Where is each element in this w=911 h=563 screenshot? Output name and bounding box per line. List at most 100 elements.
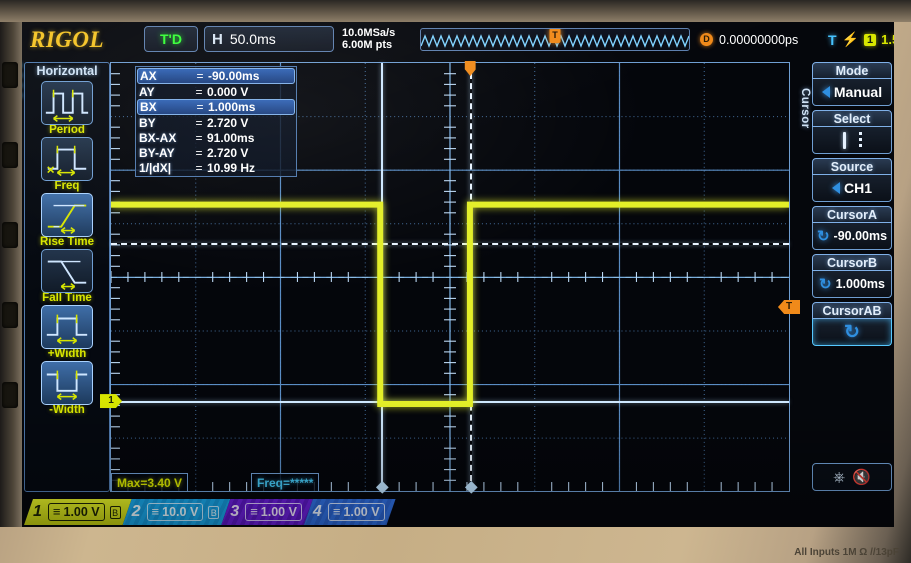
menu-value-cursor-a[interactable]: ↻ -90.00ms: [812, 223, 892, 250]
neg-width-icon: [41, 361, 93, 405]
cursor-key: BX: [140, 100, 157, 114]
period-icon: [41, 81, 93, 125]
memory-depth-value: 6.00M pts: [342, 39, 393, 51]
menu-value-source[interactable]: CH1: [812, 175, 892, 202]
cursor-eq: =: [196, 69, 204, 83]
trigger-icon: T: [828, 31, 837, 48]
cursor-pair-icon: [842, 131, 862, 149]
menu-item-cursor-a[interactable]: CursorA ↻ -90.00ms: [812, 206, 892, 250]
knob-rotate-icon: ↻: [816, 228, 830, 245]
cursor-key: BY: [139, 115, 156, 130]
dc-coupling-icon: ≡: [332, 504, 341, 519]
cursor-value: 10.99 Hz: [207, 160, 256, 175]
channel-1-bandwidth-badge: B: [110, 506, 121, 519]
horizontal-label: H: [212, 30, 223, 48]
rise-time-icon: [41, 193, 93, 237]
trigger-level-value: 1.54V: [881, 32, 894, 47]
channel-2-number: 2: [131, 503, 141, 520]
frequency-icon: [41, 137, 93, 181]
measurement-freq[interactable]: Freq=*****: [251, 473, 320, 492]
menu-item-source[interactable]: Source CH1: [812, 158, 892, 202]
menu-title-source: Source: [812, 158, 892, 175]
pos-width-icon: [41, 305, 93, 349]
horizontal-scale-value: 50.0ms: [229, 31, 276, 47]
dc-coupling-icon: ≡: [52, 504, 61, 519]
waveform-graticule[interactable]: 1 T AX = -90.00ms AY = 0.000 V BX = 1.00…: [100, 61, 800, 494]
menu-item-cursor-ab[interactable]: CursorAB ↻: [812, 302, 892, 346]
cursor-eq: =: [195, 145, 203, 160]
cursor-value: -90.00ms: [208, 69, 260, 83]
cursor-b-value-text: 1.000ms: [835, 277, 885, 291]
cursor-key: AX: [140, 69, 157, 83]
channel-2-badge[interactable]: 2 ≡ 10.0 V B: [123, 499, 231, 525]
cursor-row-ay: AY = 0.000 V: [137, 84, 295, 99]
bezel-bottom-edge: [0, 527, 911, 563]
dc-coupling-icon: ≡: [250, 504, 258, 519]
cursor-row-byay: BY-AY = 2.720 V: [137, 145, 295, 160]
menu-title-select: Select: [812, 110, 892, 127]
source-value-text: CH1: [843, 180, 872, 196]
trigger-status-text: T'D: [160, 31, 182, 47]
measurement-max[interactable]: Max=3.40 V: [111, 473, 189, 492]
menu-item-cursor-b[interactable]: CursorB ↻ 1.000ms: [812, 254, 892, 298]
cursor-row-bxax: BX-AX = 91.00ms: [137, 130, 295, 145]
cursor-row-bx: BX = 1.000ms: [137, 99, 295, 115]
menu-item-select[interactable]: Select: [812, 110, 892, 154]
menu-title-cursor-b: CursorB: [812, 254, 892, 271]
menu-value-cursor-ab[interactable]: ↻: [812, 319, 892, 346]
channel-1-settings[interactable]: ≡ 1.00 V: [48, 503, 105, 521]
delay-readout[interactable]: D 0.00000000ps: [700, 28, 824, 51]
cursor-row-invdx: 1/|dX| = 10.99 Hz: [137, 160, 295, 175]
trigger-status-badge[interactable]: T'D: [144, 26, 198, 52]
cursor-eq: =: [196, 100, 204, 114]
instrument-bezel: All Inputs 1M Ω //13pF RIGOL T'D H 50.0m…: [0, 0, 911, 563]
bezel-input-spec-text: All Inputs 1M Ω //13pF: [794, 547, 899, 558]
cursor-eq: =: [195, 84, 203, 99]
cursor-eq: =: [195, 160, 203, 175]
cursor-menu-vertical-label: Cursor: [799, 88, 811, 129]
dc-coupling-icon: ≡: [151, 504, 160, 519]
measure-item-freq[interactable]: Freq: [25, 137, 109, 192]
usb-icon: ⎈: [833, 468, 846, 486]
channel-3-scale: 1.00 V: [260, 505, 297, 519]
menu-item-mode[interactable]: Mode Manual: [812, 62, 892, 106]
cursor-row-ax: AX = -90.00ms: [137, 68, 295, 84]
measure-item-neg-width[interactable]: -Width: [25, 361, 109, 416]
channel-3-badge[interactable]: 3 ≡ 1.00 V: [221, 499, 313, 525]
chevron-left-icon: [821, 86, 830, 98]
channel-bar: 1 ≡ 1.00 V B 2 ≡ 10.0 V B 3 ≡ 1.00 V 4 ≡…: [24, 499, 387, 525]
menu-value-mode[interactable]: Manual: [812, 79, 892, 106]
channel-2-scale: 10.0 V: [162, 505, 199, 519]
measure-item-pos-width[interactable]: +Width: [25, 305, 109, 360]
menu-value-cursor-b[interactable]: ↻ 1.000ms: [812, 271, 892, 298]
measure-item-fall-time[interactable]: Fall Time: [25, 249, 109, 304]
menu-value-select[interactable]: [812, 127, 892, 154]
channel-1-number: 1: [33, 503, 42, 520]
knob-rotate-icon: ↻: [844, 321, 860, 343]
bezel-left-rail: [0, 22, 22, 527]
channel-4-badge[interactable]: 4 ≡ 1.00 V: [304, 499, 396, 525]
sound-muted-icon: 🔇: [852, 469, 871, 486]
memory-trigger-marker[interactable]: T: [549, 29, 561, 43]
measure-item-period[interactable]: Period: [25, 81, 109, 136]
channel-3-settings[interactable]: ≡ 1.00 V: [245, 503, 302, 521]
channel-4-settings[interactable]: ≡ 1.00 V: [328, 503, 385, 521]
trigger-source-badge: 1: [864, 33, 877, 46]
memory-overview-bar[interactable]: T: [420, 28, 690, 51]
rising-edge-icon: ⚡: [841, 31, 859, 47]
horizontal-scale-box[interactable]: H 50.0ms: [204, 26, 334, 52]
measure-item-rise-time[interactable]: Rise Time: [25, 193, 109, 248]
trigger-info-group[interactable]: T ⚡ 1 1.54V: [828, 28, 894, 51]
top-status-bar: RIGOL T'D H 50.0ms 10.0MSa/s 6.00M pts T…: [22, 22, 894, 60]
knob-rotate-icon: ↻: [819, 276, 832, 293]
channel-2-settings[interactable]: ≡ 10.0 V: [147, 503, 204, 521]
cursor-eq: =: [195, 130, 203, 145]
cursor-a-value-text: -90.00ms: [833, 229, 888, 243]
channel-4-number: 4: [312, 503, 322, 520]
menu-title-mode: Mode: [812, 62, 892, 79]
channel-1-badge[interactable]: 1 ≡ 1.00 V B: [24, 499, 132, 525]
chevron-left-icon: [831, 182, 840, 194]
delay-value: 0.00000000ps: [719, 32, 799, 47]
cursor-value: 2.720 V: [207, 145, 249, 160]
fall-time-icon: [41, 249, 93, 293]
